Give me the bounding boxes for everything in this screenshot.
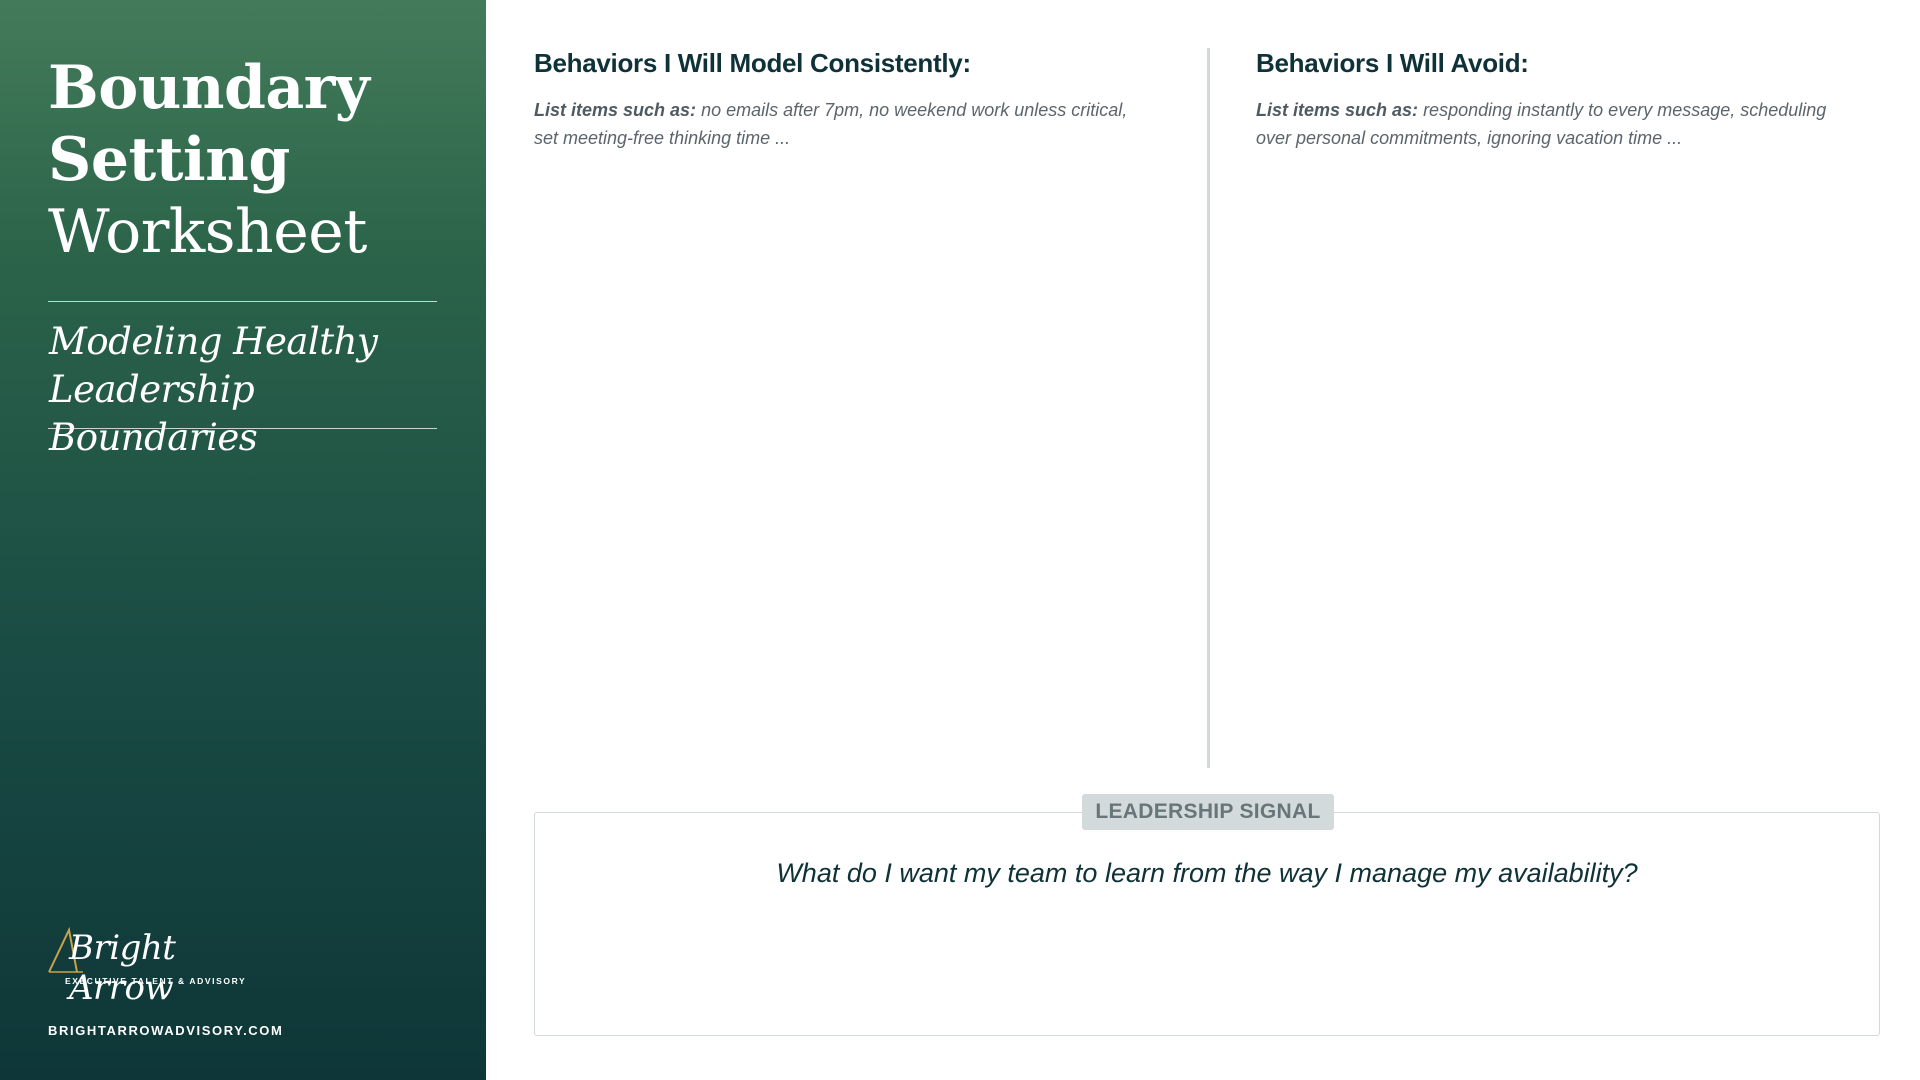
title-divider-top [48,301,437,302]
bright-arrow-logo: Bright Arrow EXECUTIVE TALENT & ADVISORY [47,926,257,1008]
leadership-signal-box[interactable] [534,812,1880,1036]
worksheet-title: Boundary Setting Worksheet [48,52,448,268]
logo-script-text: Bright Arrow [69,928,176,1008]
website-link[interactable]: BRIGHTARROWADVISORY.COM [48,1023,283,1038]
hint-label: List items such as: [534,100,697,120]
worksheet-subtitle: Modeling Healthy Leadership Boundaries [49,318,449,462]
leadership-signal-question: What do I want my team to learn from the… [776,858,1638,888]
subtitle-line-1: Modeling Healthy [49,320,378,363]
model-behaviors-heading: Behaviors I Will Model Consistently: [534,48,971,78]
subtitle-line-2: Leadership Boundaries [49,368,258,459]
avoid-behaviors-heading: Behaviors I Will Avoid: [1256,48,1529,78]
model-behaviors-hint: List items such as: no emails after 7pm,… [534,96,1134,152]
sidebar: Boundary Setting Worksheet Modeling Heal… [0,0,486,1080]
column-divider [1207,48,1210,768]
title-divider-bottom [48,428,437,429]
title-line-2: Setting [48,125,290,195]
hint-label: List items such as: [1256,100,1419,120]
logo-tagline: EXECUTIVE TALENT & ADVISORY [65,976,247,986]
title-line-3: Worksheet [48,197,367,267]
avoid-behaviors-hint: List items such as: responding instantly… [1256,96,1856,152]
leadership-signal-tag: LEADERSHIP SIGNAL [1082,794,1334,830]
title-line-1: Boundary [48,53,370,123]
